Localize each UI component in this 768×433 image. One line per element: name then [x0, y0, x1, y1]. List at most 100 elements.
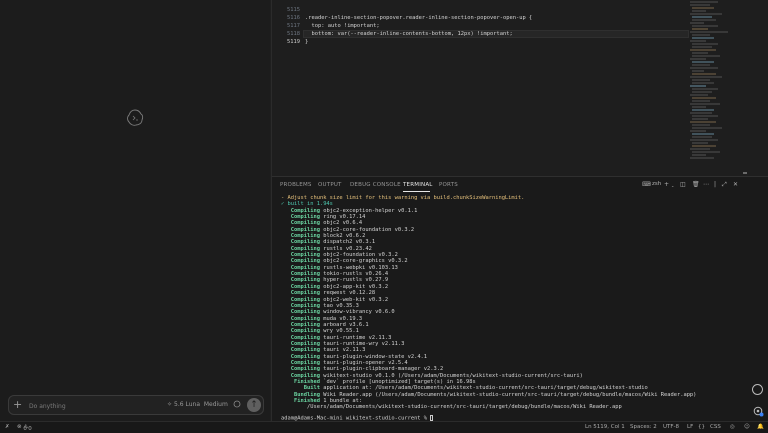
cargo-verb: Compiling [281, 366, 320, 373]
indentation[interactable]: Spaces: 2 [630, 424, 657, 430]
minimap[interactable] [688, 0, 742, 162]
cargo-verb: Compiling [281, 290, 320, 297]
terminal-actions: ⌨ zsh + ⌄ ◫ 🗑 ⋯ | ⤢ ✕ [640, 180, 768, 192]
code-line[interactable]: 5118 } [272, 22, 308, 45]
cargo-message: arboard v3.6.1 [319, 321, 369, 328]
panel-tabs: PROBLEMS OUTPUT DEBUG CONSOLE TERMINAL P… [272, 177, 768, 193]
code-line[interactable]: 5119 [272, 30, 300, 45]
cargo-message: tauri-plugin-opener v2.5.4 [319, 359, 408, 366]
cargo-message: dispatch2 v0.3.1 [319, 239, 376, 246]
sparkle-icon: ✧ [167, 401, 173, 408]
cargo-verb: Compiling [281, 245, 320, 252]
cargo-message: block2 v0.6.2 [319, 233, 366, 240]
terminal-line: /Users/adam/Documents/wikitext-studio-cu… [281, 404, 751, 410]
code-text: top: auto !important; [305, 23, 380, 29]
cargo-verb: Compiling [281, 321, 320, 328]
account-icon[interactable]: ☺ [744, 424, 750, 430]
model-label: 5.6 Luna [174, 401, 200, 408]
cargo-message: objc2 v0.6.4 [319, 220, 363, 227]
problems-indicator[interactable]: ⊗ 0 ⚠ 0 [17, 424, 32, 432]
notifications-bell-icon[interactable]: 🔔 [757, 424, 764, 430]
divider: | [714, 181, 717, 188]
cargo-message: muda v0.19.3 [319, 315, 363, 322]
tab-ports[interactable]: PORTS [439, 182, 458, 188]
context-usage-icon[interactable] [233, 400, 241, 408]
cargo-message: Wiki Reader.app (/Users/adam/Documents/w… [319, 391, 697, 398]
terminal-text: /Users/adam/Documents/wikitext-studio-cu… [281, 404, 622, 411]
cargo-message: `dev` profile [unoptimized] target(s) in… [319, 378, 476, 385]
add-attachment-button[interactable]: + [13, 398, 22, 411]
split-terminal-icon[interactable]: ◫ [680, 181, 686, 188]
braces-icon[interactable]: {} [698, 424, 705, 430]
model-selector[interactable]: ✧ 5.6 Luna Medium [167, 401, 228, 408]
cargo-message: tao v0.35.3 [319, 302, 359, 309]
effort-label: Medium [203, 401, 228, 408]
cargo-message: objc2-core-graphics v0.3.2 [319, 258, 408, 265]
cargo-verb: Compiling [281, 264, 320, 271]
cursor-position[interactable]: Ln 5119, Col 1 [585, 424, 625, 430]
cargo-verb: Compiling [281, 220, 320, 227]
cargo-message: tauri-runtime-wry v2.11.3 [319, 340, 405, 347]
line-ending[interactable]: LF [687, 424, 693, 430]
cargo-verb: Compiling [281, 277, 320, 284]
cargo-verb: Bundling [281, 391, 320, 398]
active-tab-indicator [403, 191, 430, 192]
code-editor[interactable]: 5115 .reader-inline-section-popover.read… [271, 0, 768, 176]
terminal-text: - Adjust chunk size limit for this warni… [281, 195, 525, 201]
cargo-verb: Built [281, 385, 320, 392]
cargo-verb: Compiling [281, 372, 320, 379]
chat-input-field[interactable] [27, 398, 151, 414]
more-actions-icon[interactable]: ⋯ [703, 181, 709, 188]
cargo-message: objc2-web-kit v0.3.2 [319, 296, 389, 303]
cargo-verb: Compiling [281, 296, 320, 303]
cargo-verb: Compiling [281, 226, 320, 233]
terminal-icon: ⌨ [642, 181, 651, 188]
cargo-message: objc2-app-kit v0.3.2 [319, 283, 389, 290]
code-line[interactable]: 5117 bottom: var(--reader-inline-content… [272, 14, 513, 37]
cargo-verb: Compiling [281, 340, 320, 347]
terminal-text: ✓ built in 1.94s [281, 201, 333, 208]
cargo-message: reqwest v0.12.28 [319, 290, 376, 297]
remote-icon[interactable]: ✗ [5, 424, 10, 430]
terminal-output[interactable]: - Adjust chunk size limit for this warni… [281, 195, 751, 421]
cargo-message: rustls v0.23.42 [319, 245, 372, 252]
cargo-message: objc2-foundation v0.3.2 [319, 252, 398, 259]
cargo-verb: Compiling [281, 271, 320, 278]
cargo-message: wikitext-studio v0.1.0 (/Users/adam/Docu… [319, 372, 583, 379]
cargo-message: window-vibrancy v0.6.0 [319, 309, 395, 316]
chat-panel: + ✧5.6 Luna Medium ↑ [0, 0, 270, 421]
new-terminal-button[interactable]: + [664, 181, 669, 188]
cargo-verb: Compiling [281, 334, 320, 341]
cargo-verb: Compiling [281, 359, 320, 366]
cargo-message: application at: /Users/adam/Documents/wi… [319, 385, 648, 392]
cargo-message: 1 bundle at: [319, 398, 363, 404]
settings-gear-icon[interactable] [752, 405, 764, 417]
code-text: bottom: var(--reader-inline-contents-bot… [305, 31, 513, 37]
cargo-message: tokio-rustls v0.26.4 [319, 271, 389, 278]
cargo-message: tauri-plugin-clipboard-manager v2.3.2 [319, 366, 444, 373]
code-line[interactable]: 5116 top: auto !important; [272, 6, 380, 29]
tab-problems[interactable]: PROBLEMS [280, 182, 312, 188]
cargo-verb: Compiling [281, 309, 320, 316]
tab-terminal[interactable]: TERMINAL [403, 182, 433, 188]
send-button[interactable]: ↑ [247, 398, 261, 412]
chevron-down-icon[interactable]: ⌄ [671, 183, 674, 188]
maximize-panel-icon[interactable]: ⤢ [722, 181, 727, 189]
close-panel-icon[interactable]: ✕ [733, 181, 738, 188]
tab-output[interactable]: OUTPUT [318, 182, 342, 188]
language-mode[interactable]: CSS [710, 424, 721, 430]
chat-composer[interactable]: + ✧5.6 Luna Medium ↑ [8, 395, 264, 415]
cargo-message: hyper-rustls v0.27.9 [319, 277, 389, 284]
editor-scrollbar[interactable] [743, 0, 747, 176]
tab-debug-console[interactable]: DEBUG CONSOLE [350, 182, 401, 188]
copilot-icon[interactable]: ◎ [730, 424, 735, 430]
cargo-verb: Compiling [281, 302, 320, 309]
warning-count: 0 [28, 426, 32, 432]
cargo-message: objc2-exception-helper v0.1.1 [319, 207, 418, 214]
chat-toggle-icon[interactable] [752, 384, 763, 395]
cargo-verb: Compiling [281, 258, 320, 265]
trash-icon[interactable]: 🗑 [692, 181, 700, 188]
shell-label[interactable]: zsh [652, 181, 661, 187]
encoding[interactable]: UTF-8 [663, 424, 679, 430]
cargo-message: tauri-runtime v2.11.3 [319, 334, 392, 341]
